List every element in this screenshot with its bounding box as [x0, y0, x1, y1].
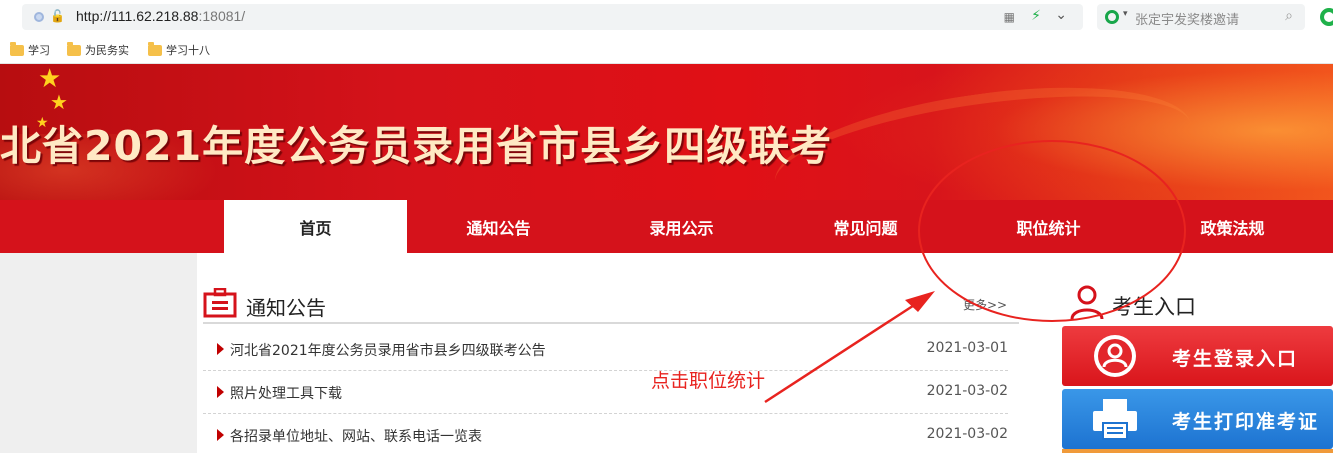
- list-item[interactable]: 各招录单位地址、网站、联系电话一览表 2021-03-02: [203, 414, 1008, 453]
- notice-section-title: 通知公告: [246, 296, 326, 320]
- notice-link[interactable]: 河北省2021年度公务员录用省市县乡四级联考公告: [230, 340, 546, 360]
- bookmark-study-18[interactable]: 学习十八: [148, 42, 218, 58]
- star-icon: ★: [50, 90, 68, 114]
- notice-board-icon: [203, 288, 237, 318]
- nav-notices[interactable]: 通知公告: [407, 200, 590, 253]
- bookmarks-bar: 学习 为民务实 学习十八: [0, 36, 1333, 64]
- notice-date: 2021-03-02: [926, 383, 1008, 399]
- bullet-arrow-icon: [217, 343, 224, 355]
- folder-icon: [10, 41, 24, 56]
- person-icon: [1070, 285, 1104, 320]
- search-icon[interactable]: ⌕: [1285, 8, 1293, 24]
- candidate-login-button[interactable]: 考生登录入口: [1062, 326, 1333, 386]
- nav-faq[interactable]: 常见问题: [774, 200, 957, 253]
- notice-header: 通知公告 更多>>: [203, 286, 1019, 324]
- print-button-label: 考生打印准考证: [1172, 411, 1320, 433]
- list-item[interactable]: 照片处理工具下载 2021-03-02: [203, 371, 1008, 414]
- folder-icon: [148, 42, 162, 56]
- engine-dropdown-icon[interactable]: ▾: [1123, 9, 1128, 19]
- address-url[interactable]: http://111.62.218.88:18081/: [76, 8, 245, 24]
- candidate-entry-header: 考生入口: [1068, 283, 1333, 323]
- browser-toolbar: 🔓 http://111.62.218.88:18081/ ▦ ⚡ ⌄ ▾ 张定…: [0, 0, 1333, 36]
- annotation-text: 点击职位统计: [651, 370, 766, 392]
- search-placeholder: 张定宇发奖楼邀请: [1135, 13, 1240, 28]
- notice-date: 2021-03-01: [926, 340, 1008, 356]
- nav-home[interactable]: 首页: [224, 200, 407, 253]
- star-icon: ★: [38, 64, 62, 94]
- notice-link[interactable]: 各招录单位地址、网站、联系电话一览表: [230, 426, 482, 446]
- bookmark-study[interactable]: 学习: [10, 41, 50, 58]
- entry-section-title: 考生入口: [1112, 295, 1196, 319]
- notice-date: 2021-03-02: [926, 426, 1008, 442]
- notice-link[interactable]: 照片处理工具下载: [230, 383, 342, 403]
- bookmark-label: 学习: [28, 44, 50, 57]
- bookmark-label: 学习十八: [166, 44, 210, 57]
- bullet-arrow-icon: [217, 386, 224, 398]
- banner-title: 北省2021年度公务员录用省市县乡四级联考: [0, 122, 833, 170]
- folder-icon: [67, 42, 81, 56]
- user-avatar-icon: [1094, 335, 1136, 377]
- left-sidebar-bg: [0, 253, 197, 453]
- bullet-arrow-icon: [217, 429, 224, 441]
- qr-code-icon[interactable]: ▦: [1004, 10, 1015, 24]
- header-banner: ★ ★ ★ 北省2021年度公务员录用省市县乡四级联考: [0, 64, 1333, 200]
- main-nav: 首页 通知公告 录用公示 常见问题 职位统计 政策法规: [0, 200, 1333, 253]
- list-item[interactable]: 河北省2021年度公务员录用省市县乡四级联考公告 2021-03-01: [203, 328, 1008, 371]
- more-link[interactable]: 更多>>: [963, 296, 1007, 313]
- chevron-down-icon[interactable]: ⌄: [1055, 7, 1067, 23]
- browser-search-box[interactable]: ▾ 张定宇发奖楼邀请 ⌕: [1097, 4, 1305, 30]
- site-info-icon[interactable]: [34, 12, 44, 22]
- printer-icon: [1093, 399, 1137, 440]
- address-bar[interactable]: 🔓 http://111.62.218.88:18081/ ▦ ⚡ ⌄: [22, 4, 1083, 30]
- bookmark-label: 为民务实: [85, 44, 129, 57]
- extension-icon[interactable]: [1320, 8, 1333, 26]
- search-engine-icon[interactable]: [1105, 10, 1119, 24]
- next-button-edge[interactable]: [1062, 449, 1333, 453]
- login-button-label: 考生登录入口: [1172, 348, 1299, 370]
- url-host: http://111.62.218.88: [76, 8, 199, 24]
- nav-policies[interactable]: 政策法规: [1141, 200, 1324, 253]
- url-port: :18081/: [198, 8, 246, 24]
- nav-hiring-publicity[interactable]: 录用公示: [590, 200, 773, 253]
- lightning-icon[interactable]: ⚡: [1031, 8, 1041, 24]
- nav-position-stats[interactable]: 职位统计: [957, 200, 1140, 253]
- bookmark-serve-people[interactable]: 为民务实: [67, 42, 137, 58]
- insecure-lock-icon: 🔓: [50, 9, 65, 23]
- print-admission-ticket-button[interactable]: 考生打印准考证: [1062, 389, 1333, 449]
